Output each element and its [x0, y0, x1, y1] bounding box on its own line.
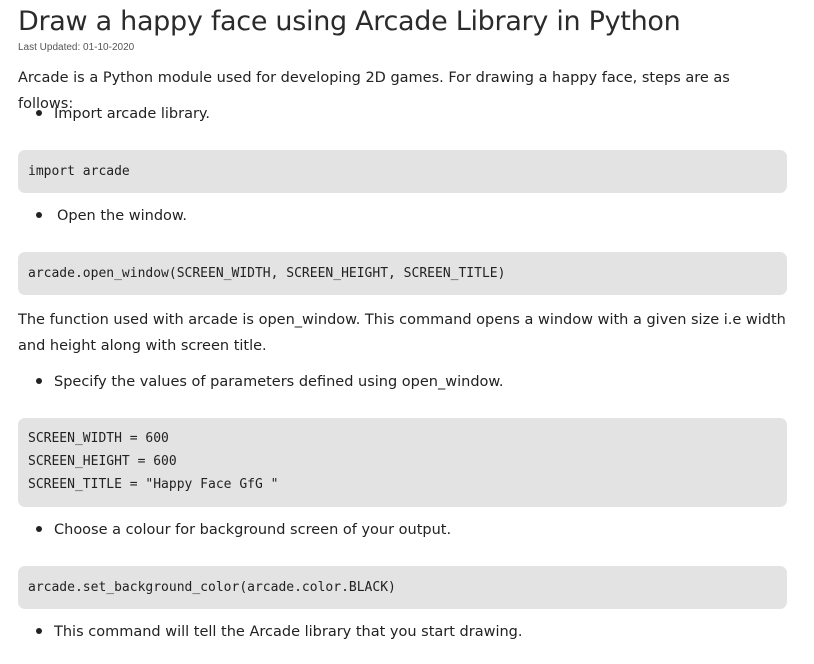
code-line: SCREEN_WIDTH = 600: [28, 431, 169, 446]
code-line: SCREEN_TITLE = "Happy Face GfG ": [28, 477, 279, 492]
last-updated-date: Last Updated: 01-10-2020: [18, 42, 135, 53]
code-line: arcade.open_window(SCREEN_WIDTH, SCREEN_…: [28, 266, 506, 281]
code-line: SCREEN_HEIGHT = 600: [28, 454, 177, 469]
list-item-text: This command will tell the Arcade librar…: [54, 624, 523, 640]
page-title: Draw a happy face using Arcade Library i…: [18, 6, 681, 37]
list-item: Specify the values of parameters defined…: [18, 372, 504, 392]
code-block: SCREEN_WIDTH = 600 SCREEN_HEIGHT = 600 S…: [18, 418, 787, 507]
list-item-text: Choose a colour for background screen of…: [54, 522, 452, 538]
bullet-icon: [36, 212, 42, 218]
code-block: arcade.set_background_color(arcade.color…: [18, 566, 787, 609]
code-line: arcade.set_background_color(arcade.color…: [28, 580, 396, 595]
list-item-text: Open the window.: [57, 208, 188, 224]
code-line: import arcade: [28, 164, 130, 179]
list-item: Choose a colour for background screen of…: [18, 520, 451, 540]
list-item: Import arcade library.: [18, 104, 210, 124]
explanation-paragraph: The function used with arcade is open_wi…: [18, 312, 786, 354]
article-page: Draw a happy face using Arcade Library i…: [0, 0, 814, 664]
bullet-icon: [36, 526, 42, 532]
list-item: This command will tell the Arcade librar…: [18, 622, 523, 642]
bullet-icon: [36, 110, 42, 116]
bullet-icon: [36, 378, 42, 384]
bullet-icon: [36, 628, 42, 634]
list-item-text: Specify the values of parameters defined…: [54, 374, 504, 390]
list-item-text: Import arcade library.: [54, 106, 211, 122]
code-block: import arcade: [18, 150, 787, 193]
list-item: Open the window.: [18, 206, 187, 226]
code-block: arcade.open_window(SCREEN_WIDTH, SCREEN_…: [18, 252, 787, 295]
